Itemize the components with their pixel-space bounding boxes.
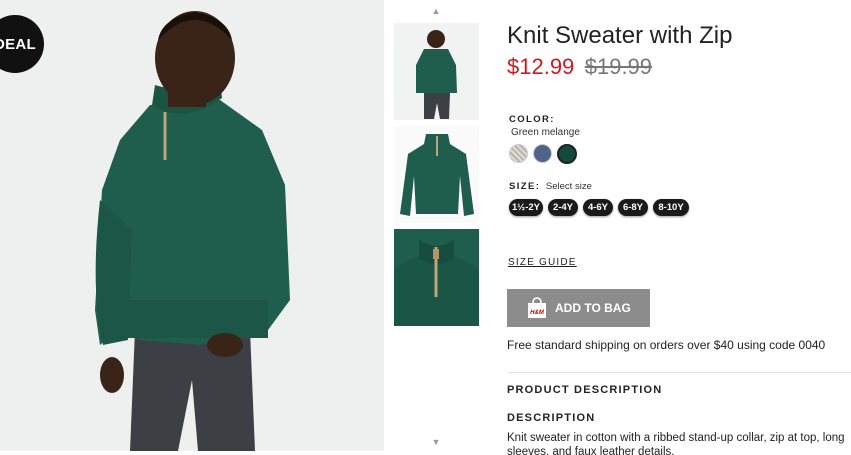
size-option[interactable]: 4-6Y [583, 199, 613, 216]
shopping-bag-icon: H&M [527, 297, 547, 319]
thumbnail-flatlay[interactable] [394, 126, 479, 223]
size-option[interactable]: 1½-2Y [509, 199, 543, 216]
swatch-blue-melange[interactable] [533, 144, 552, 163]
size-line: SIZE: Select size [509, 181, 592, 192]
size-guide-link[interactable]: SIZE GUIDE [508, 257, 577, 268]
add-to-bag-button[interactable]: H&M ADD TO BAG [507, 289, 650, 327]
chevron-down-icon[interactable]: ▼ [393, 437, 479, 447]
shipping-note: Free standard shipping on orders over $4… [507, 338, 826, 352]
color-label: COLOR: [509, 114, 555, 125]
product-title: Knit Sweater with Zip [507, 22, 733, 49]
size-option[interactable]: 6-8Y [618, 199, 648, 216]
thumbnail-flatlay-image [394, 126, 479, 223]
selected-color-name: Green melange [511, 127, 580, 138]
main-product-image[interactable]: DEAL [0, 0, 384, 451]
size-options: 1½-2Y 2-4Y 4-6Y 6-8Y 8-10Y [509, 199, 689, 216]
description-text: Knit sweater in cotton with a ribbed sta… [507, 432, 845, 455]
add-to-bag-label: ADD TO BAG [555, 301, 631, 315]
size-option[interactable]: 8-10Y [653, 199, 689, 216]
original-price: $19.99 [584, 54, 653, 79]
color-swatches [509, 144, 577, 164]
thumbnail-model[interactable] [394, 23, 479, 120]
chevron-up-icon[interactable]: ▲ [393, 6, 479, 16]
thumbnail-detail[interactable] [394, 229, 479, 326]
child-model-photo [0, 0, 384, 451]
description-heading: DESCRIPTION [507, 412, 596, 424]
thumbnail-carousel: ▲ ▼ [393, 0, 479, 455]
swatch-green-melange[interactable] [557, 144, 577, 164]
sale-price: $12.99 [507, 54, 575, 79]
size-option[interactable]: 2-4Y [548, 199, 578, 216]
swatch-light-grey-pattern[interactable] [509, 144, 528, 163]
divider [507, 372, 851, 373]
product-description-heading: PRODUCT DESCRIPTION [507, 384, 663, 396]
price-block: $12.99 $19.99 [507, 54, 652, 80]
thumbnail-model-image [394, 23, 479, 120]
bag-icon-text: H&M [530, 310, 545, 316]
size-label: SIZE: [509, 181, 541, 192]
size-hint: Select size [545, 181, 592, 192]
thumbnail-detail-image [394, 229, 479, 326]
